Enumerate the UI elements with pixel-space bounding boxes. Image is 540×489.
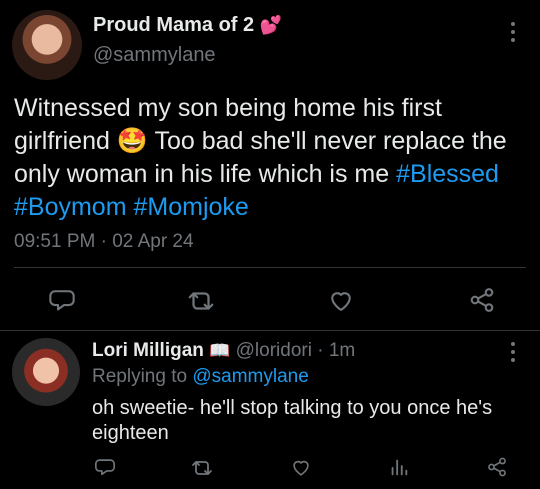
reply-author-emoji: 📖: [209, 341, 231, 360]
author-name[interactable]: Proud Mama of 2: [93, 14, 254, 36]
share-icon[interactable]: [486, 456, 508, 478]
tweet-text-emoji: 🤩: [116, 127, 148, 155]
hashtag-momjoke[interactable]: #Momjoke: [134, 193, 249, 221]
heart-icon[interactable]: [290, 456, 312, 478]
divider: [0, 330, 540, 331]
replying-to-label: Replying to: [92, 366, 188, 387]
reply-icon[interactable]: [48, 286, 76, 314]
tweet-text: Witnessed my son being home his first gi…: [14, 92, 530, 224]
hashtag-blessed[interactable]: #Blessed: [396, 160, 499, 188]
divider: [14, 267, 526, 268]
reply-separator: ·: [317, 340, 324, 361]
author-avatar[interactable]: [12, 10, 82, 80]
author-emoji: 💕: [259, 15, 283, 35]
reply-text: oh sweetie- he'll stop talking to you on…: [92, 397, 493, 444]
reply-header: Lori Milligan 📖 @loridori · 1m: [92, 340, 355, 362]
replying-to: Replying to @sammylane: [92, 366, 309, 388]
author-name-row[interactable]: Proud Mama of 2 💕: [93, 14, 282, 37]
reply-author-avatar[interactable]: [12, 338, 80, 406]
reply-author-handle[interactable]: @loridori: [236, 340, 312, 361]
author-handle[interactable]: @sammylane: [93, 44, 216, 67]
retweet-icon[interactable]: [190, 456, 214, 480]
tweet-timestamp[interactable]: 09:51 PM · 02 Apr 24: [14, 231, 194, 253]
views-icon[interactable]: [388, 456, 410, 478]
hashtag-boymom[interactable]: #Boymom: [14, 193, 127, 221]
reply-author-name[interactable]: Lori Milligan: [92, 340, 204, 361]
more-icon[interactable]: [510, 342, 516, 362]
retweet-icon[interactable]: [186, 286, 216, 316]
share-icon[interactable]: [468, 286, 496, 314]
more-icon[interactable]: [510, 22, 516, 42]
reply-icon[interactable]: [94, 456, 116, 478]
heart-icon[interactable]: [327, 286, 355, 314]
reply-time[interactable]: 1m: [329, 340, 355, 361]
replying-to-handle[interactable]: @sammylane: [192, 366, 308, 387]
